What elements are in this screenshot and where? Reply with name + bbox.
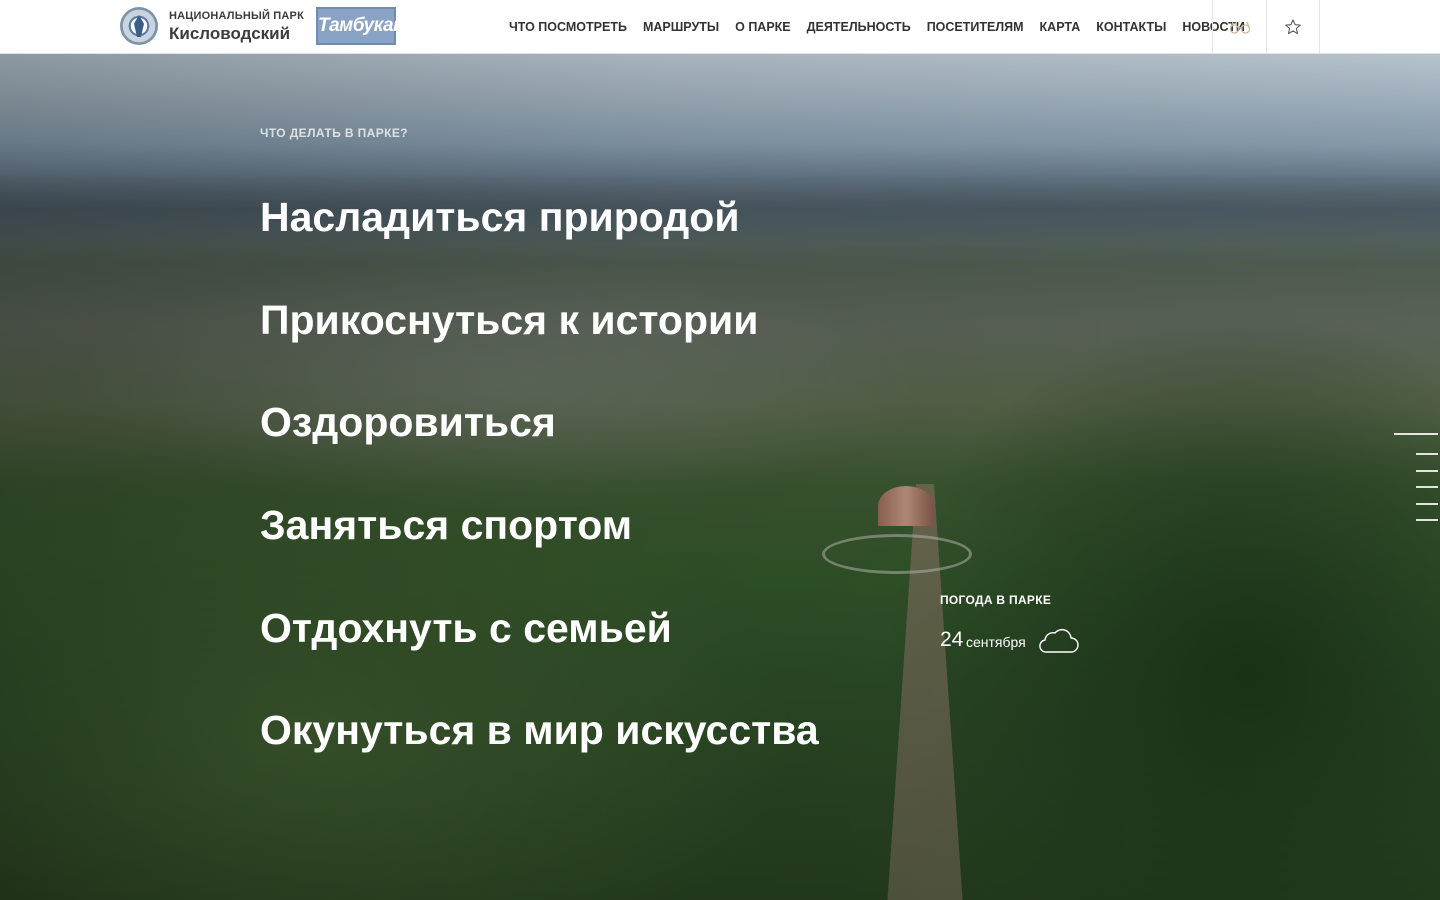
star-icon [1285,19,1301,35]
nav-item-routes[interactable]: МАРШРУТЫ [635,0,727,54]
activity-link-family[interactable]: Отдохнуть с семьей [260,608,672,649]
activity-link-history[interactable]: Прикоснуться к истории [260,300,758,341]
nav-item-what-to-see[interactable]: ЧТО ПОСМОТРЕТЬ [501,0,635,54]
activity-link-art[interactable]: Окунуться в мир искусства [260,710,819,751]
weather-title: ПОГОДА В ПАРКЕ [940,593,1052,607]
nav-item-activity[interactable]: ДЕЯТЕЛЬНОСТЬ [799,0,919,54]
activity-link-health[interactable]: Оздоровиться [260,402,556,443]
nav-item-map[interactable]: КАРТА [1032,0,1089,54]
logo-line2: Кисловодский [169,24,291,43]
nav-item-about[interactable]: О ПАРКЕ [727,0,799,54]
tambukan-logo[interactable]: Тамбукан [316,7,405,45]
weather-month: сентября [966,634,1026,650]
slide-dash[interactable] [1416,519,1438,521]
slide-dash[interactable] [1394,433,1438,435]
section-eyebrow: ЧТО ДЕЛАТЬ В ПАРКЕ? [260,126,409,140]
activity-link-sport[interactable]: Заняться спортом [260,505,632,546]
hero-content: ЧТО ДЕЛАТЬ В ПАРКЕ? Насладиться природой… [0,0,1440,900]
glasses-icon [1229,21,1250,34]
main-nav: ЧТО ПОСМОТРЕТЬ МАРШРУТЫ О ПАРКЕ ДЕЯТЕЛЬН… [501,0,1253,54]
slide-dash[interactable] [1416,469,1438,472]
activity-link-nature[interactable]: Насладиться природой [260,197,740,238]
nav-item-visitors[interactable]: ПОСЕТИТЕЛЯМ [919,0,1032,54]
slide-dash[interactable] [1416,453,1438,455]
park-emblem-logo[interactable] [120,7,158,45]
cloud-icon [1039,628,1079,653]
weather-day: 24 [940,628,964,651]
accessibility-button[interactable] [1212,0,1266,54]
favorites-button[interactable] [1266,0,1320,54]
site-header: НАЦИОНАЛЬНЫЙ ПАРК Кисловодский Тамбукан … [0,0,1440,54]
nav-item-contacts[interactable]: КОНТАКТЫ [1088,0,1174,54]
park-logo-text[interactable]: НАЦИОНАЛЬНЫЙ ПАРК Кисловодский [169,10,305,43]
logo-line1: НАЦИОНАЛЬНЫЙ ПАРК [169,10,305,22]
slide-dash[interactable] [1416,486,1438,488]
slide-dash[interactable] [1416,502,1438,505]
